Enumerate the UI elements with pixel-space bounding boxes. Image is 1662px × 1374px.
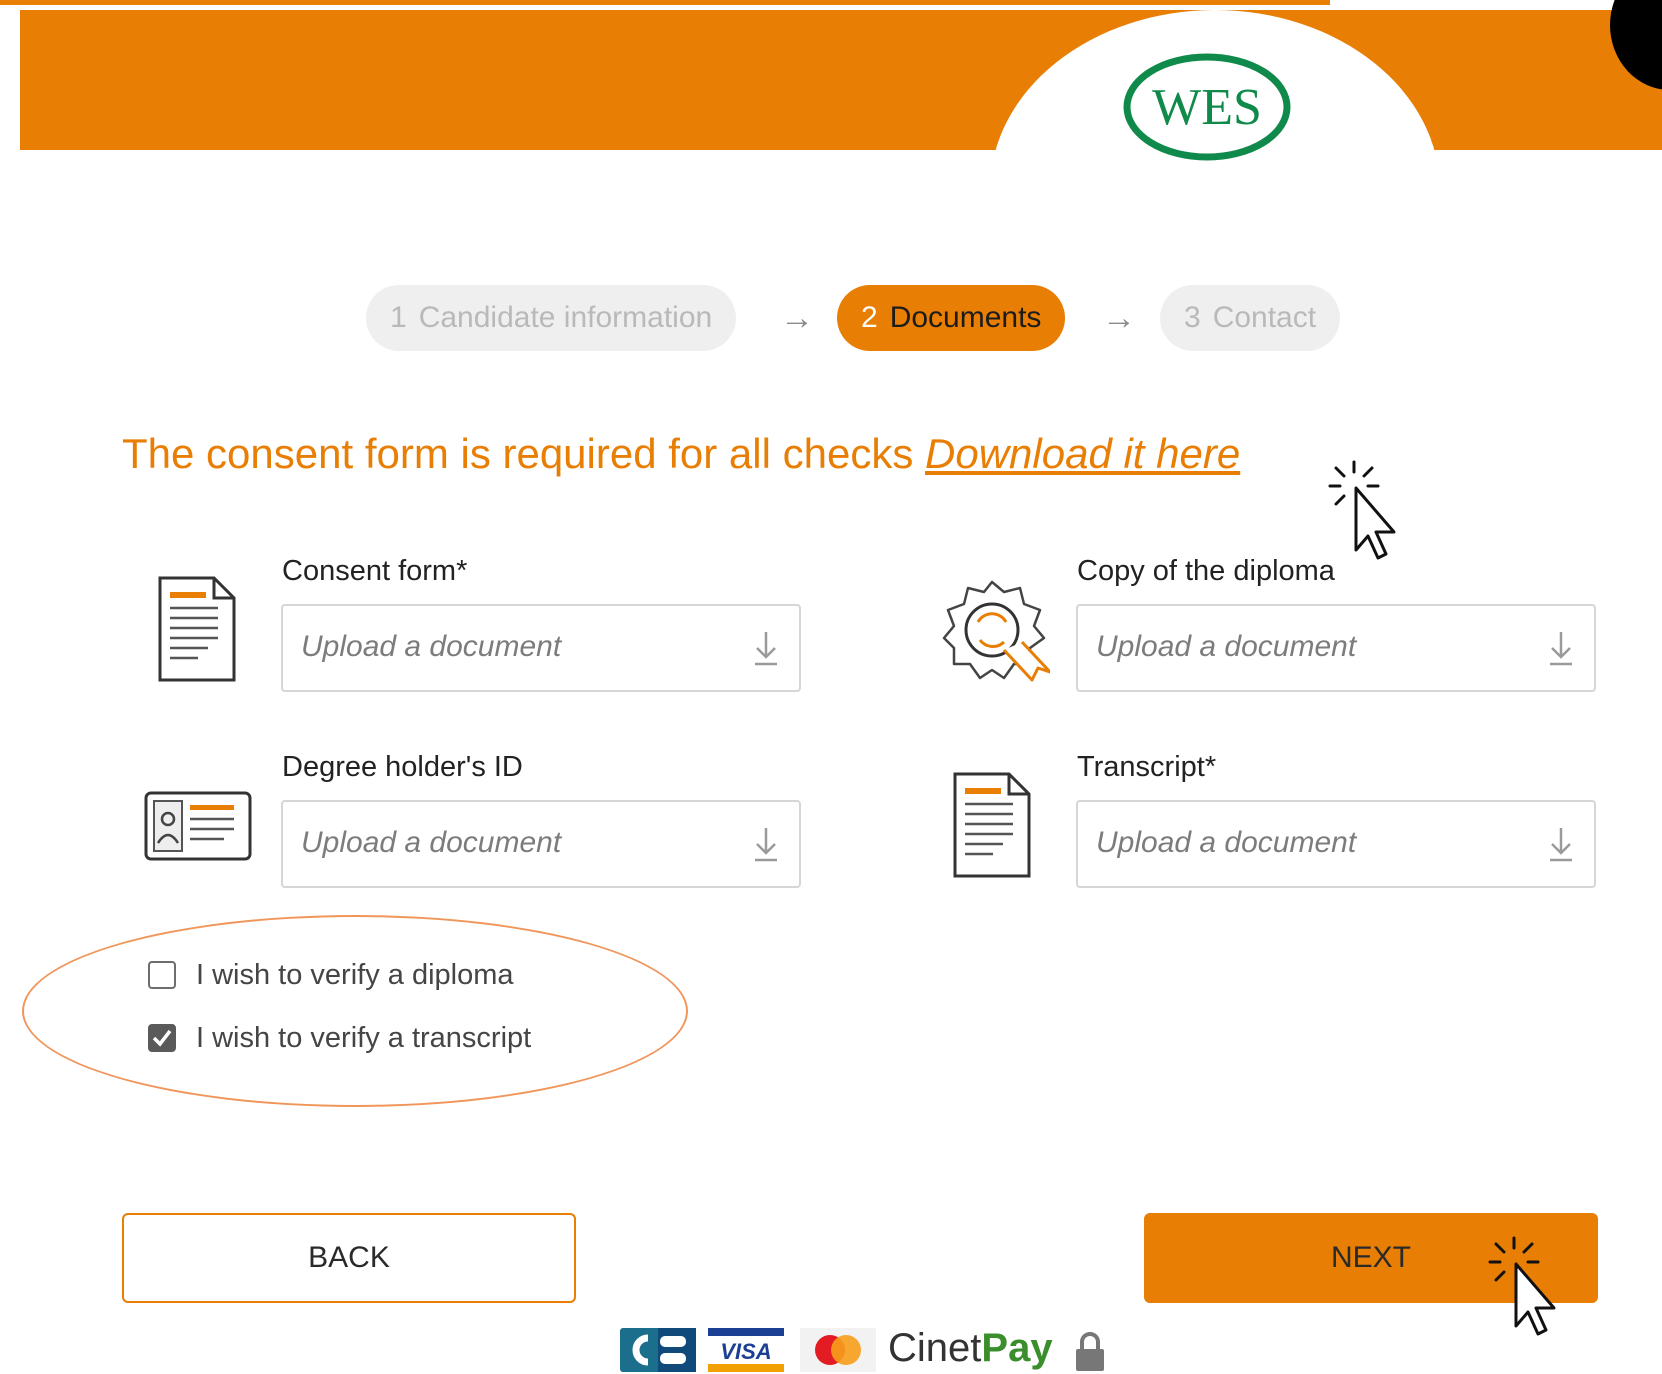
id-card-icon [144, 791, 252, 861]
verify-transcript-checkbox[interactable] [148, 1024, 176, 1052]
logo-arch-base [960, 150, 1480, 410]
step-number: 3 [1184, 301, 1201, 334]
degree-holder-id-upload[interactable]: Upload a document [281, 800, 801, 888]
document-icon [953, 772, 1031, 878]
verify-diploma-label: I wish to verify a diploma [196, 959, 514, 991]
back-button[interactable]: BACK [122, 1213, 576, 1303]
diploma-copy-upload[interactable]: Upload a document [1076, 604, 1596, 692]
download-consent-link[interactable]: Download it here [925, 430, 1240, 477]
upload-placeholder: Upload a document [1096, 826, 1357, 859]
checkmark-icon [152, 1029, 172, 1047]
document-icon [158, 576, 236, 682]
step-label: Contact [1212, 301, 1317, 334]
upload-placeholder: Upload a document [301, 630, 562, 663]
step-candidate-information[interactable]: 1 Candidate information [366, 285, 737, 351]
transcript-label: Transcript* [1077, 751, 1217, 783]
certificate-icon [942, 580, 1050, 682]
step-contact[interactable]: 3 Contact [1160, 285, 1341, 351]
cursor-click-icon [1488, 1236, 1556, 1336]
header-top-line [0, 0, 1330, 5]
degree-holder-id-label: Degree holder's ID [282, 751, 523, 783]
transcript-upload[interactable]: Upload a document [1076, 800, 1596, 888]
consent-notice: The consent form is required for all che… [122, 430, 1240, 478]
upload-placeholder: Upload a document [1096, 630, 1357, 663]
verify-diploma-checkbox[interactable] [148, 961, 176, 989]
wes-logo[interactable]: WES [1122, 52, 1292, 162]
step-arrow: → [780, 299, 814, 337]
step-number: 1 [390, 301, 407, 334]
upload-placeholder: Upload a document [301, 826, 562, 859]
step-documents[interactable]: 2 Documents [837, 285, 1066, 351]
svg-text:VISA: VISA [720, 1339, 771, 1364]
verify-transcript-label: I wish to verify a transcript [196, 1022, 532, 1054]
step-arrow: → [1102, 299, 1136, 337]
download-icon [755, 828, 777, 862]
mastercard-icon [800, 1328, 876, 1372]
cinetpay-cinet: Cinet [888, 1326, 982, 1370]
logo-text: WES [1152, 79, 1262, 136]
cursor-click-icon [1328, 460, 1396, 560]
download-icon [1550, 632, 1572, 666]
lock-icon [1076, 1332, 1104, 1371]
diploma-copy-label: Copy of the diploma [1077, 555, 1335, 587]
download-icon [755, 632, 777, 666]
consent-form-label: Consent form* [282, 555, 468, 587]
step-label: Documents [889, 301, 1042, 334]
download-icon [1550, 828, 1572, 862]
step-number: 2 [861, 301, 878, 334]
consent-text: The consent form is required for all che… [122, 430, 926, 477]
highlight-oval [22, 915, 688, 1107]
cinetpay-logo: CinetPay [888, 1323, 1053, 1373]
cb-card-icon [620, 1328, 696, 1372]
step-label: Candidate information [418, 301, 713, 334]
visa-card-icon: VISA [708, 1328, 784, 1372]
cinetpay-pay: Pay [981, 1326, 1053, 1370]
consent-form-upload[interactable]: Upload a document [281, 604, 801, 692]
